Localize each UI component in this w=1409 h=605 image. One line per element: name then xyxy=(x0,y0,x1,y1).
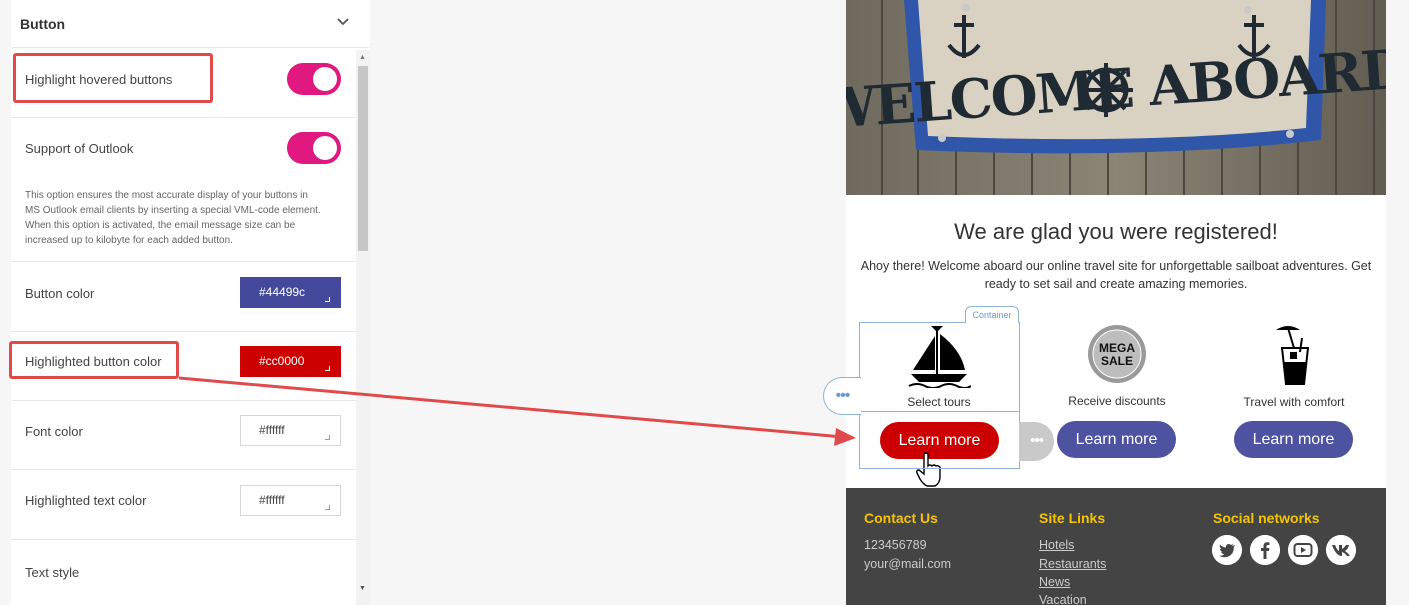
description-line: MS Outlook email clients by inserting a … xyxy=(25,205,321,216)
youtube-icon[interactable] xyxy=(1288,535,1318,565)
feature-column-discounts: MEGA SALE Receive discounts Learn more xyxy=(1037,320,1197,470)
scroll-down-arrow-icon[interactable]: ▼ xyxy=(359,585,366,592)
button-color-label: Button color xyxy=(25,286,95,301)
social-heading: Social networks xyxy=(1213,510,1320,526)
font-color-picker[interactable]: #ffffff xyxy=(240,415,341,446)
container-more-options-icon[interactable]: ••• xyxy=(823,377,861,415)
highlighted-text-color-label: Highlighted text color xyxy=(25,493,147,508)
learn-more-button[interactable]: Learn more xyxy=(1057,421,1176,458)
contact-email[interactable]: your@mail.com xyxy=(864,557,951,571)
color-value: #44499c xyxy=(259,285,306,299)
description-line: This option ensures the most accurate di… xyxy=(25,190,308,201)
support-outlook-label: Support of Outlook xyxy=(25,141,134,156)
button-color-row: Button color #44499c xyxy=(11,262,356,332)
selected-container-outline[interactable] xyxy=(859,322,1020,469)
toggle-knob xyxy=(313,67,337,91)
site-links-heading: Site Links xyxy=(1039,510,1106,526)
font-color-row: Font color #ffffff xyxy=(11,401,356,470)
button-color-picker[interactable]: #44499c xyxy=(240,277,341,308)
svg-text:MEGA: MEGA xyxy=(1099,341,1135,355)
chevron-down-icon[interactable] xyxy=(336,14,350,28)
color-value: #ffffff xyxy=(259,493,285,507)
contact-heading: Contact Us xyxy=(864,510,938,526)
resize-corner-icon xyxy=(325,366,330,371)
font-color-label: Font color xyxy=(25,424,83,439)
toggle-knob xyxy=(313,136,337,160)
resize-corner-icon xyxy=(325,297,330,302)
editor-screen: Button ▲ ▼ Highlight hovered buttons Sup… xyxy=(0,0,1409,605)
color-value: #cc0000 xyxy=(259,354,305,368)
email-footer: Contact Us 123456789 your@mail.com Site … xyxy=(846,488,1386,605)
container-tag[interactable]: Container xyxy=(965,306,1019,323)
twitter-icon[interactable] xyxy=(1212,535,1242,565)
intro-line: Ahoy there! Welcome aboard our online tr… xyxy=(860,259,1372,273)
contact-phone: 123456789 xyxy=(864,538,927,552)
svg-text:SALE: SALE xyxy=(1101,354,1133,368)
resize-corner-icon xyxy=(325,505,330,510)
footer-link-hotels[interactable]: Hotels xyxy=(1039,538,1074,552)
email-intro-text: Ahoy there! Welcome aboard our online tr… xyxy=(856,257,1376,293)
section-header-button[interactable]: Button xyxy=(11,0,370,48)
description-line: When this option is activated, the email… xyxy=(25,220,296,231)
text-style-label: Text style xyxy=(25,565,80,580)
column-caption: Receive discounts xyxy=(1068,394,1166,408)
vk-icon[interactable] xyxy=(1326,535,1356,565)
facebook-icon[interactable] xyxy=(1250,535,1280,565)
column-caption: Travel with comfort xyxy=(1243,395,1345,409)
highlighted-text-color-row: Highlighted text color #ffffff xyxy=(11,470,356,540)
support-outlook-toggle[interactable] xyxy=(287,132,341,164)
footer-link-restaurants[interactable]: Restaurants xyxy=(1039,557,1106,571)
highlighted-text-color-picker[interactable]: #ffffff xyxy=(240,485,341,516)
mega-sale-badge-icon: MEGA SALE xyxy=(1088,325,1146,383)
highlighted-button-color-picker[interactable]: #cc0000 xyxy=(240,346,341,377)
description-line: increased up to kilobyte for each added … xyxy=(25,235,233,246)
footer-link-news[interactable]: News xyxy=(1039,575,1070,589)
email-preview: WELCOME ABOARD We are glad you were regi… xyxy=(846,0,1386,605)
feature-column-comfort: Travel with comfort Learn more xyxy=(1214,320,1374,470)
scroll-up-arrow-icon[interactable]: ▲ xyxy=(359,54,366,61)
section-title: Button xyxy=(20,16,66,32)
support-outlook-description: This option ensures the most accurate di… xyxy=(25,188,345,248)
highlight-annotation-box xyxy=(13,53,213,103)
container-divider xyxy=(860,411,1019,412)
highlight-annotation-box xyxy=(9,341,179,379)
hero-image: WELCOME ABOARD xyxy=(846,0,1386,195)
color-value: #ffffff xyxy=(259,423,285,437)
scrollbar-thumb[interactable] xyxy=(358,66,368,251)
learn-more-button[interactable]: Learn more xyxy=(1234,421,1353,458)
email-heading: We are glad you were registered! xyxy=(954,219,1278,244)
highlight-hovered-toggle[interactable] xyxy=(287,63,341,95)
panel-scrollbar[interactable]: ▲ ▼ xyxy=(356,50,370,605)
resize-corner-icon xyxy=(325,435,330,440)
support-outlook-row: Support of Outlook This option ensures t… xyxy=(11,118,356,262)
cocktail-icon xyxy=(1276,326,1310,385)
text-style-row: Text style xyxy=(11,540,356,605)
intro-line: ready to set sail and create amazing mem… xyxy=(984,277,1248,291)
footer-link-vacation[interactable]: Vacation xyxy=(1039,593,1087,605)
